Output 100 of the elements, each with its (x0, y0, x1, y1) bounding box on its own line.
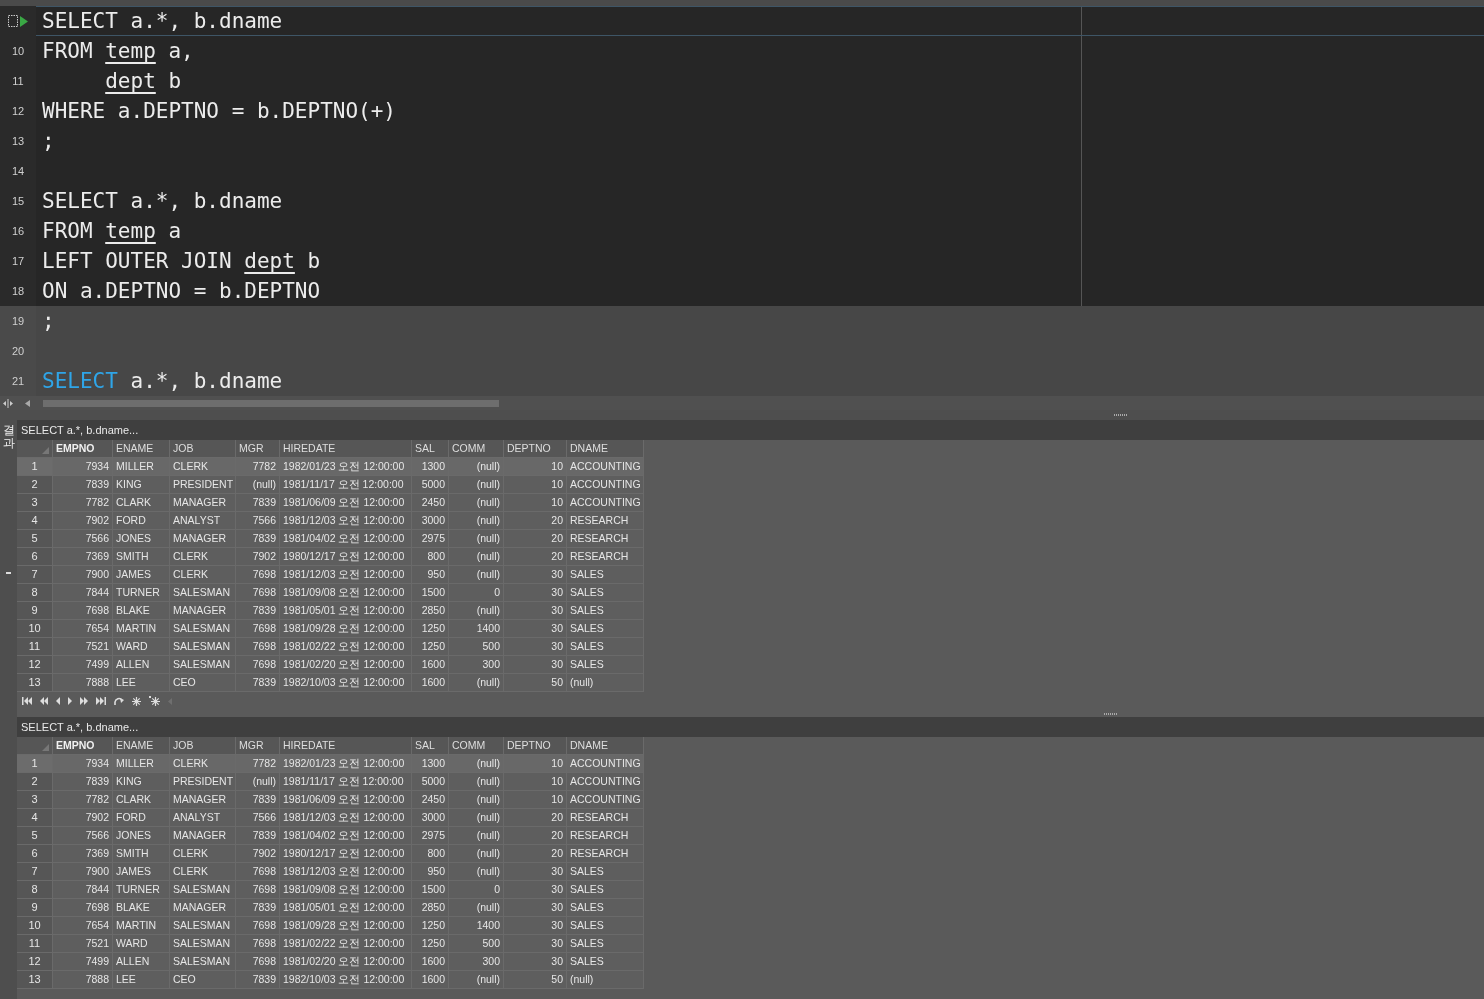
column-header[interactable]: DNAME (567, 737, 644, 755)
table-cell: 7566 (236, 512, 280, 530)
splitter-grip[interactable] (1103, 712, 1118, 715)
row-number[interactable]: 12 (17, 953, 53, 971)
row-number[interactable]: 3 (17, 791, 53, 809)
row-number[interactable]: 7 (17, 566, 53, 584)
result-tab[interactable]: 결과 (2, 420, 15, 451)
row-number[interactable]: 10 (17, 917, 53, 935)
column-header[interactable]: DEPTNO (504, 737, 567, 755)
table-cell: CLERK (170, 458, 236, 476)
previous-record-icon[interactable] (56, 697, 60, 705)
table-cell: TURNER (113, 584, 170, 602)
row-number[interactable]: 11 (17, 935, 53, 953)
row-number[interactable]: 2 (17, 476, 53, 494)
column-header[interactable]: SAL (412, 737, 449, 755)
row-number[interactable]: 13 (17, 674, 53, 692)
row-number[interactable]: 8 (17, 881, 53, 899)
column-header[interactable]: DEPTNO (504, 440, 567, 458)
table-cell: 20 (504, 827, 567, 845)
row-number[interactable]: 11 (17, 638, 53, 656)
row-number[interactable]: 4 (17, 512, 53, 530)
table-cell: 1981/05/01 오전 12:00:00 (280, 899, 412, 917)
next-record-icon[interactable] (68, 697, 72, 705)
previous-page-icon[interactable] (40, 697, 48, 705)
row-number[interactable]: 12 (17, 656, 53, 674)
asterisk-plus-icon[interactable] (149, 696, 160, 706)
scroll-left-icon[interactable] (25, 399, 31, 407)
table-cell: FORD (113, 809, 170, 827)
table-cell: (null) (449, 476, 504, 494)
column-header[interactable]: EMPNO (53, 737, 113, 755)
table-cell: FORD (113, 512, 170, 530)
column-header[interactable]: ENAME (113, 737, 170, 755)
row-number[interactable]: 6 (17, 548, 53, 566)
play-icon[interactable] (20, 15, 28, 27)
row-number[interactable]: 7 (17, 863, 53, 881)
table-cell: 7888 (53, 674, 113, 692)
table-cell: 5000 (412, 773, 449, 791)
table-cell: 1982/10/03 오전 12:00:00 (280, 971, 412, 989)
line-number: 15 (11, 195, 25, 207)
table-cell: ANALYST (170, 809, 236, 827)
table-cell: 7698 (236, 953, 280, 971)
column-header[interactable]: COMM (449, 737, 504, 755)
row-number[interactable]: 5 (17, 827, 53, 845)
row-number[interactable]: 10 (17, 620, 53, 638)
table-cell: 2450 (412, 494, 449, 512)
row-number[interactable]: 2 (17, 773, 53, 791)
table-cell: MANAGER (170, 899, 236, 917)
scrollbar-thumb[interactable] (43, 399, 499, 407)
row-number[interactable]: 4 (17, 809, 53, 827)
collapse-mark[interactable] (6, 572, 11, 575)
row-number[interactable]: 13 (17, 971, 53, 989)
line-number: 17 (11, 255, 25, 267)
line-number: 21 (11, 375, 25, 387)
table-cell: 20 (504, 809, 567, 827)
table-cell: 7844 (53, 881, 113, 899)
table-cell: MARTIN (113, 620, 170, 638)
table-cell: 1600 (412, 674, 449, 692)
table-cell: MANAGER (170, 530, 236, 548)
row-number[interactable]: 6 (17, 845, 53, 863)
split-icon[interactable] (3, 398, 13, 408)
column-header[interactable]: MGR (236, 440, 280, 458)
table-cell: LEE (113, 674, 170, 692)
row-number[interactable]: 3 (17, 494, 53, 512)
row-number[interactable]: 9 (17, 899, 53, 917)
row-number[interactable]: 1 (17, 458, 53, 476)
table-cell: 300 (449, 656, 504, 674)
last-record-icon[interactable] (96, 697, 106, 705)
table-cell: 30 (504, 863, 567, 881)
table-cell: MANAGER (170, 791, 236, 809)
column-header[interactable]: JOB (170, 440, 236, 458)
table-cell: KING (113, 476, 170, 494)
asterisk-icon[interactable] (132, 696, 141, 706)
table-cell: (null) (449, 845, 504, 863)
next-page-icon[interactable] (80, 697, 88, 705)
refresh-icon[interactable] (114, 696, 124, 706)
row-number[interactable]: 1 (17, 755, 53, 773)
first-record-icon[interactable] (22, 697, 32, 705)
column-header[interactable]: DNAME (567, 440, 644, 458)
column-header[interactable]: MGR (236, 737, 280, 755)
table-cell: ACCOUNTING (567, 773, 644, 791)
table-cell: RESEARCH (567, 809, 644, 827)
column-header[interactable]: SAL (412, 440, 449, 458)
table-cell: 1981/12/03 오전 12:00:00 (280, 512, 412, 530)
table-cell: 7902 (236, 548, 280, 566)
row-number[interactable]: 5 (17, 530, 53, 548)
corner-triangle-icon (42, 447, 49, 454)
column-header[interactable]: JOB (170, 737, 236, 755)
column-header[interactable]: HIREDATE (280, 737, 412, 755)
table-cell: 30 (504, 881, 567, 899)
column-header[interactable]: COMM (449, 440, 504, 458)
table-cell: MANAGER (170, 494, 236, 512)
table-cell: JAMES (113, 566, 170, 584)
column-header[interactable]: EMPNO (53, 440, 113, 458)
table-cell: SALESMAN (170, 620, 236, 638)
column-header[interactable]: ENAME (113, 440, 170, 458)
row-number[interactable]: 9 (17, 602, 53, 620)
column-header[interactable]: HIREDATE (280, 440, 412, 458)
table-cell: 1982/01/23 오전 12:00:00 (280, 458, 412, 476)
row-number[interactable]: 8 (17, 584, 53, 602)
table-cell: 7698 (236, 935, 280, 953)
